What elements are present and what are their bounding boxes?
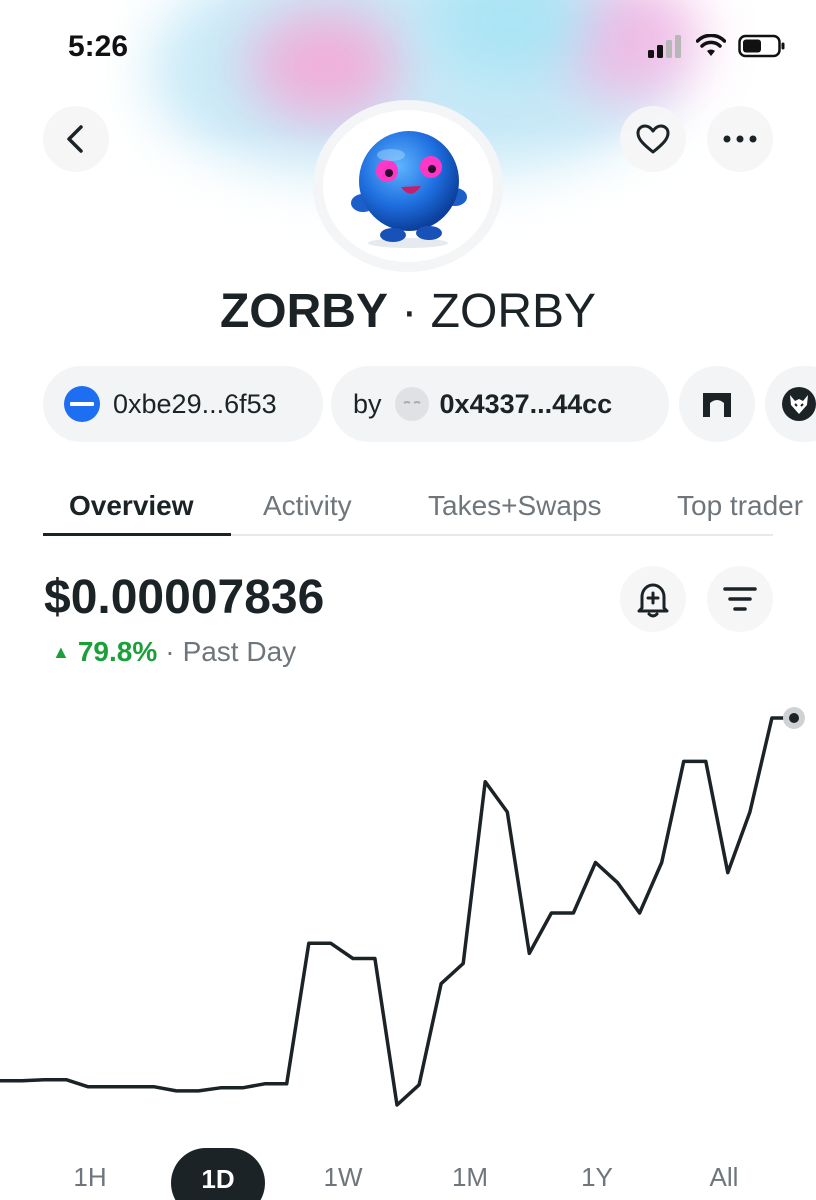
status-time: 5:26 — [68, 30, 129, 63]
tab-takes-swaps[interactable]: Takes+Swaps — [428, 490, 602, 522]
token-avatar — [313, 100, 503, 272]
token-name: ZORBY — [219, 285, 388, 338]
creator-chip[interactable]: by 0x4337...44cc — [331, 366, 669, 442]
range-all[interactable]: All — [679, 1162, 769, 1193]
title-separator: · — [401, 285, 418, 338]
price-line — [0, 716, 794, 1107]
chart-filter-button[interactable] — [707, 566, 773, 632]
price-change: ▲ 79.8% · Past Day — [52, 636, 296, 668]
change-separator: · — [165, 636, 175, 667]
creator-avatar-icon — [394, 387, 429, 421]
favorite-button[interactable] — [620, 106, 686, 172]
price-change-percent: 79.8% — [77, 636, 158, 667]
section-tabs: Overview Activity Takes+Swaps Top trader — [43, 474, 803, 536]
back-button[interactable] — [43, 106, 109, 172]
arch-icon — [703, 393, 731, 417]
token-title: ZORBY · ZORBY — [0, 282, 816, 342]
change-period: Past Day — [182, 636, 297, 667]
wifi-icon — [696, 34, 726, 56]
fox-link-chip[interactable] — [765, 366, 816, 442]
contract-address: 0xbe29...6f53 — [113, 388, 277, 419]
active-tab-indicator — [43, 533, 231, 536]
heart-icon — [636, 124, 670, 154]
zorby-mascot-image — [351, 131, 467, 248]
tab-activity[interactable]: Activity — [263, 490, 352, 522]
contract-address-chip[interactable]: 0xbe29...6f53 — [43, 366, 323, 442]
battery-icon — [738, 34, 785, 58]
range-1w[interactable]: 1W — [298, 1162, 388, 1193]
fox-icon — [782, 387, 816, 421]
network-icon — [64, 386, 100, 422]
tab-top-traders[interactable]: Top trader — [677, 490, 803, 522]
creator-prefix: by — [353, 388, 382, 419]
token-symbol: ZORBY — [430, 285, 597, 338]
creator-address: 0x4337...44cc — [439, 388, 613, 419]
price-alert-button[interactable] — [620, 566, 686, 632]
time-range-selector: 1H 1D 1W 1M 1Y All — [0, 1148, 816, 1200]
arch-link-chip[interactable] — [679, 366, 755, 442]
more-dots-icon — [723, 135, 757, 143]
chevron-left-icon — [67, 125, 83, 153]
range-1d[interactable]: 1D — [171, 1148, 265, 1200]
token-info-chips: 0xbe29...6f53 by 0x4337...44cc — [0, 366, 816, 442]
up-triangle-icon: ▲ — [52, 641, 70, 662]
range-1m[interactable]: 1M — [425, 1162, 515, 1193]
signal-icon — [648, 35, 681, 58]
filter-lines-icon — [723, 587, 757, 611]
bell-plus-icon — [637, 583, 669, 618]
range-1h[interactable]: 1H — [45, 1162, 135, 1193]
token-price: $0.00007836 — [44, 571, 325, 624]
range-1y[interactable]: 1Y — [552, 1162, 642, 1193]
more-options-button[interactable] — [707, 106, 773, 172]
price-chart[interactable] — [0, 680, 816, 1130]
current-price-point — [789, 713, 799, 723]
status-icons — [648, 34, 786, 58]
tab-overview[interactable]: Overview — [69, 490, 194, 522]
